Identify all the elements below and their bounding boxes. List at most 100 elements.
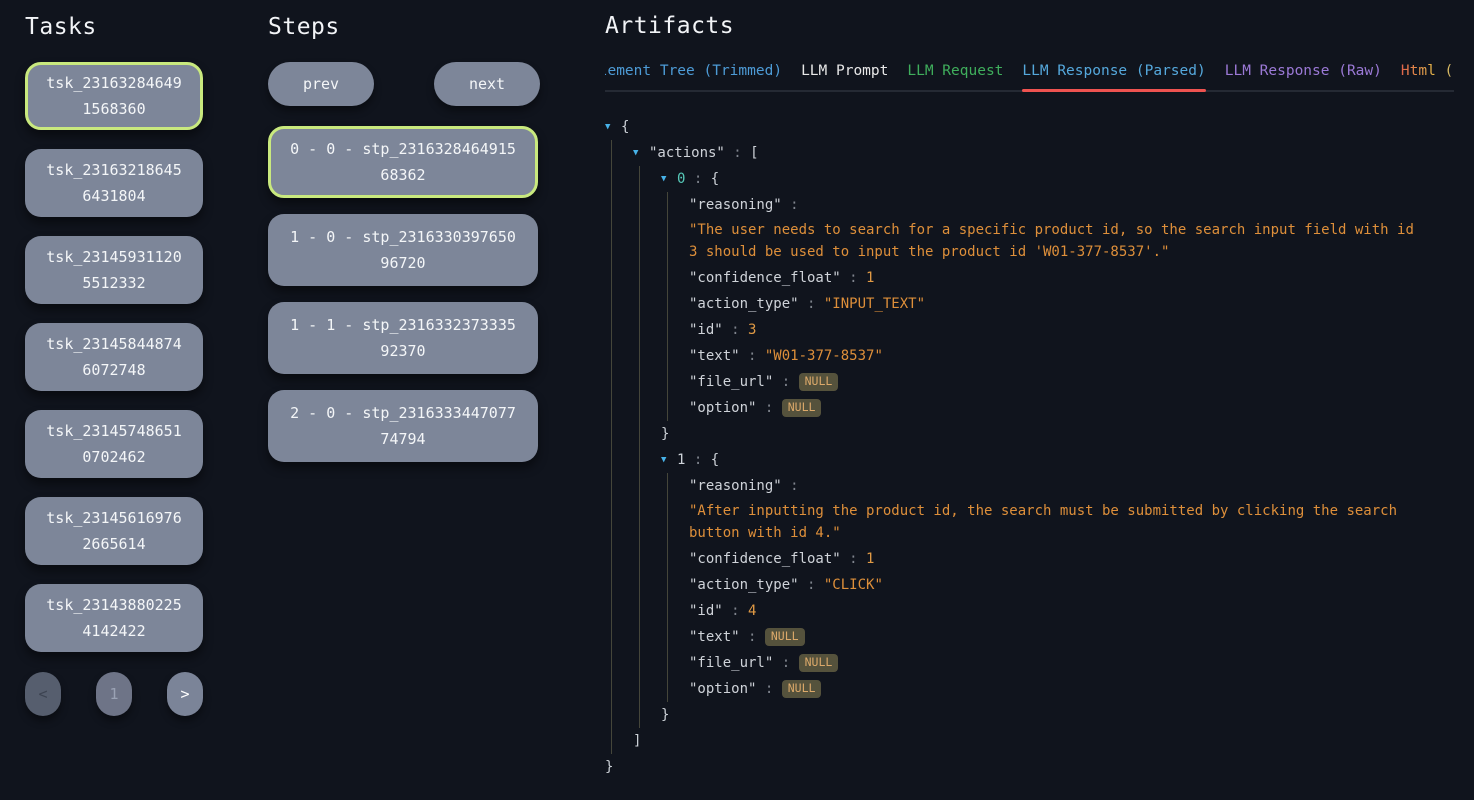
json-colon: : xyxy=(740,629,765,645)
json-tree-line: } xyxy=(661,702,1419,728)
step-button[interactable]: 2 - 0 - stp_231633344707774794 xyxy=(268,390,538,462)
null-badge: NULL xyxy=(782,680,822,698)
json-colon: : xyxy=(782,197,799,213)
json-tree-line: ] xyxy=(633,728,1419,754)
artifact-tab[interactable]: LLM Request xyxy=(907,63,1003,79)
json-tree-line: } xyxy=(605,754,1419,780)
json-number: 1 xyxy=(866,270,874,286)
json-number: 4 xyxy=(748,603,756,619)
json-colon: : xyxy=(799,296,824,312)
json-colon: : xyxy=(756,400,781,416)
pagination-page-button[interactable]: 1 xyxy=(96,672,132,716)
json-tree-viewer: ▼{▼"actions" : [▼0 : {"reasoning" : "The… xyxy=(605,114,1454,780)
json-key: "file_url" xyxy=(689,655,773,671)
artifact-tab[interactable]: LLM Response (Raw) xyxy=(1225,63,1382,79)
step-nav: prev next xyxy=(268,62,540,106)
json-tree-line: "id" : 4 xyxy=(689,598,1419,624)
json-key: "id" xyxy=(689,603,723,619)
json-bracket: } xyxy=(661,707,669,723)
artifact-tab[interactable]: Element Tree (Trimmed) xyxy=(605,63,782,79)
json-key: "action_type" xyxy=(689,296,799,312)
json-key: "text" xyxy=(689,348,740,364)
json-colon: : xyxy=(723,603,748,619)
json-bracket: } xyxy=(605,759,613,775)
null-badge: NULL xyxy=(799,654,839,672)
json-colon: : xyxy=(799,577,824,593)
json-colon: : xyxy=(685,452,710,468)
json-colon: : xyxy=(725,145,750,161)
tasks-panel: Tasks tsk_231632846491568360 tsk_23163218… xyxy=(25,14,203,716)
json-tree-line: ▼"actions" : [ xyxy=(633,140,1419,166)
pagination-prev-button[interactable]: < xyxy=(25,672,61,716)
task-button[interactable]: tsk_231457486510702462 xyxy=(25,410,203,478)
artifact-tab[interactable]: LLM Response (Parsed) xyxy=(1022,63,1205,79)
null-badge: NULL xyxy=(782,399,822,417)
task-button[interactable]: tsk_231438802254142422 xyxy=(25,584,203,652)
json-key: "id" xyxy=(689,322,723,338)
json-key: "option" xyxy=(689,400,756,416)
tasks-title: Tasks xyxy=(25,14,203,40)
json-tree-line: "confidence_float" : 1 xyxy=(689,546,1419,572)
json-key: "reasoning" xyxy=(689,478,782,494)
collapse-arrow[interactable]: ▼ xyxy=(633,142,649,164)
collapse-arrow[interactable]: ▼ xyxy=(661,449,677,471)
json-key: "confidence_float" xyxy=(689,551,841,567)
task-button[interactable]: tsk_231632186456431804 xyxy=(25,149,203,217)
json-tree-line: "reasoning" : xyxy=(689,192,1419,218)
json-string: "CLICK" xyxy=(824,577,883,593)
json-tree-line: ▼{ xyxy=(605,114,1419,140)
json-number: 3 xyxy=(748,322,756,338)
json-number: 1 xyxy=(866,551,874,567)
json-colon: : xyxy=(841,551,866,567)
json-colon: : xyxy=(756,681,781,697)
json-bracket: { xyxy=(621,119,629,135)
step-list: 0 - 0 - stp_231632846491568362 1 - 0 - st… xyxy=(268,126,540,462)
json-colon: : xyxy=(723,322,748,338)
step-button[interactable]: 1 - 0 - stp_231633039765096720 xyxy=(268,214,538,286)
json-colon: : xyxy=(773,655,798,671)
json-colon: : xyxy=(685,171,710,187)
json-colon: : xyxy=(782,478,799,494)
steps-panel: Steps prev next 0 - 0 - stp_231632846491… xyxy=(268,14,540,478)
json-colon: : xyxy=(740,348,765,364)
json-key: "action_type" xyxy=(689,577,799,593)
tasks-pagination: < 1 > xyxy=(25,672,203,716)
json-bracket: } xyxy=(661,426,669,442)
task-list: tsk_231632846491568360 tsk_23163218645643… xyxy=(25,62,203,652)
task-button[interactable]: tsk_231456169762665614 xyxy=(25,497,203,565)
json-key: "text" xyxy=(689,629,740,645)
json-tree-line: "option" : NULL xyxy=(689,676,1419,702)
task-button[interactable]: tsk_231458448746072748 xyxy=(25,323,203,391)
task-button[interactable]: tsk_231459311205512332 xyxy=(25,236,203,304)
json-colon: : xyxy=(773,374,798,390)
collapse-arrow[interactable]: ▼ xyxy=(661,168,677,190)
steps-prev-button[interactable]: prev xyxy=(268,62,374,106)
json-tree-line: "file_url" : NULL xyxy=(689,369,1419,395)
steps-title: Steps xyxy=(268,14,540,40)
json-tree-line: "action_type" : "CLICK" xyxy=(689,572,1419,598)
json-key: "option" xyxy=(689,681,756,697)
json-tree-line: "action_type" : "INPUT_TEXT" xyxy=(689,291,1419,317)
json-tree-children: "reasoning" : "After inputting the produ… xyxy=(667,473,1419,702)
json-bracket: [ xyxy=(750,145,758,161)
json-bracket: ] xyxy=(633,733,641,749)
json-string: "INPUT_TEXT" xyxy=(824,296,925,312)
task-button[interactable]: tsk_231632846491568360 xyxy=(25,62,203,130)
steps-next-button[interactable]: next xyxy=(434,62,540,106)
json-tree-line: "option" : NULL xyxy=(689,395,1419,421)
null-badge: NULL xyxy=(765,628,805,646)
json-string: "W01-377-8537" xyxy=(765,348,883,364)
step-button[interactable]: 1 - 1 - stp_231633237333592370 xyxy=(268,302,538,374)
json-tree-line: "text" : NULL xyxy=(689,624,1419,650)
json-tree-line: ▼0 : { xyxy=(661,166,1419,192)
json-tree-line: ▼1 : { xyxy=(661,447,1419,473)
step-button[interactable]: 0 - 0 - stp_231632846491568362 xyxy=(268,126,538,198)
json-key: "actions" xyxy=(649,145,725,161)
json-tree-children: ▼"actions" : [▼0 : {"reasoning" : "The u… xyxy=(611,140,1419,754)
json-tree-children: "reasoning" : "The user needs to search … xyxy=(667,192,1419,421)
pagination-next-button[interactable]: > xyxy=(167,672,203,716)
artifact-tab[interactable]: LLM Prompt xyxy=(801,63,888,79)
artifact-tab[interactable]: Html (Raw) xyxy=(1401,63,1454,79)
null-badge: NULL xyxy=(799,373,839,391)
collapse-arrow[interactable]: ▼ xyxy=(605,116,621,138)
